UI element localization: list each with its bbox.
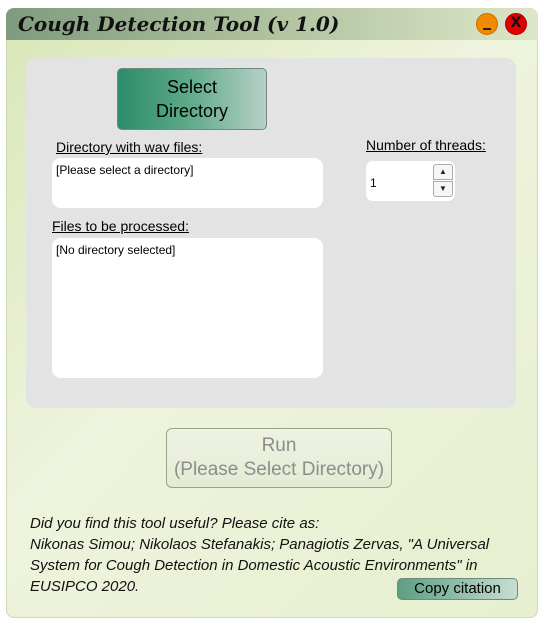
select-button-label-2: Directory — [155, 101, 228, 121]
select-directory-button[interactable]: Select Directory — [117, 68, 267, 130]
citation-line-3: System for Cough Detection in Domestic A… — [30, 557, 478, 574]
minimize-button[interactable] — [476, 13, 498, 35]
title-bar[interactable]: Cough Detection Tool (v 1.0) X — [6, 8, 538, 40]
close-button[interactable]: X — [505, 13, 527, 35]
window-title: Cough Detection Tool (v 1.0) — [18, 12, 340, 36]
files-list[interactable]: [No directory selected] — [52, 238, 323, 378]
increment-arrow-icon[interactable]: ▲ — [433, 164, 453, 180]
select-button-label-1: Select — [166, 77, 217, 97]
threads-stepper[interactable]: 1 ▲ ▼ — [366, 161, 455, 201]
run-button-label-2: (Please Select Directory) — [173, 459, 385, 480]
files-label: Files to be processed: — [52, 218, 189, 234]
run-button[interactable]: Run (Please Select Directory) — [166, 428, 392, 488]
copy-citation-button[interactable]: Copy citation — [397, 578, 518, 600]
directory-label: Directory with wav files: — [56, 139, 203, 155]
threads-label: Number of threads: — [366, 137, 486, 153]
citation-line-1: Did you find this tool useful? Please ci… — [30, 515, 320, 532]
threads-value: 1 — [370, 176, 377, 190]
decrement-arrow-icon[interactable]: ▼ — [433, 181, 453, 197]
directory-field[interactable]: [Please select a directory] — [52, 158, 323, 208]
citation-line-2: Nikonas Simou; Nikolaos Stefanakis; Pana… — [30, 536, 490, 553]
minimize-icon — [483, 28, 491, 30]
run-button-label-1: Run — [261, 435, 297, 456]
